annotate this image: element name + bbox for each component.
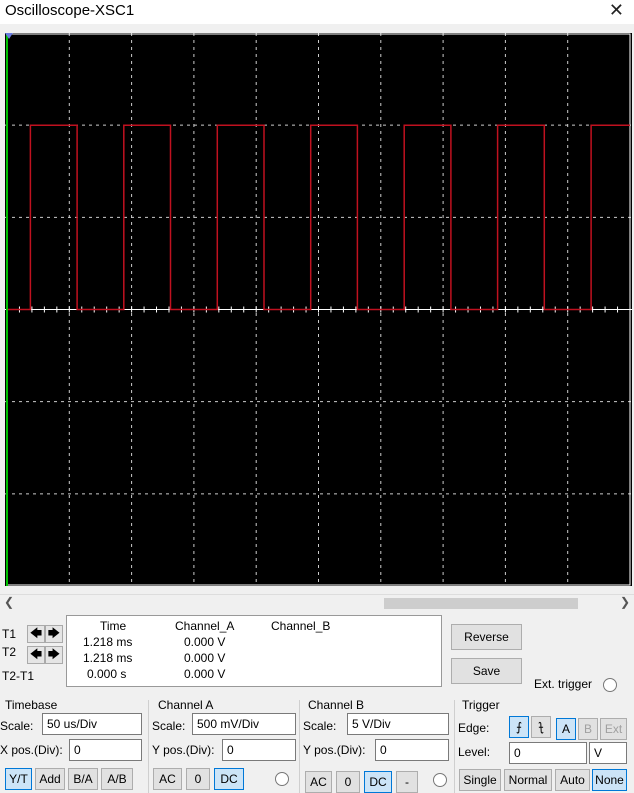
trigger-source-b-button[interactable]: B — [578, 718, 598, 740]
scroll-thumb[interactable] — [384, 598, 578, 609]
divider — [148, 700, 149, 793]
channel-a-terminal[interactable] — [275, 772, 289, 786]
scope-svg — [5, 33, 632, 586]
channel-a-heading: Channel A — [158, 698, 214, 712]
trigger-level-label: Level: — [458, 745, 491, 759]
channel-b-ypos-field[interactable]: 0 — [375, 739, 449, 761]
readout-header-time: Time — [100, 619, 127, 633]
divider — [454, 700, 455, 793]
channel-a-ac-button[interactable]: AC — [153, 768, 182, 790]
ext-trigger-label: Ext. trigger — [534, 677, 593, 691]
trigger-source-ext-button[interactable]: Ext — [600, 718, 627, 740]
t1-left-arrow-icon[interactable]: 🡄 — [27, 625, 45, 643]
close-icon[interactable]: ✕ — [609, 0, 624, 21]
readout-t1-time: 1.218 ms — [83, 635, 133, 649]
channel-b-invert-button[interactable]: - — [396, 771, 418, 793]
readout-diff-time: 0.000 s — [87, 667, 127, 681]
window-title: Oscilloscope-XSC1 — [5, 2, 135, 19]
save-button[interactable]: Save — [451, 658, 522, 684]
trigger-none-button[interactable]: None — [592, 769, 627, 791]
channel-b-ac-button[interactable]: AC — [305, 771, 332, 793]
rising-edge-icon[interactable]: ⨍ — [509, 716, 529, 738]
channel-a-dc-button[interactable]: DC — [214, 768, 244, 790]
divider — [299, 700, 300, 793]
trigger-level-field[interactable]: 0 — [509, 742, 587, 764]
trigger-single-button[interactable]: Single — [459, 769, 501, 791]
timebase-heading: Timebase — [5, 698, 58, 712]
readout-header-channel-a: Channel_A — [175, 619, 235, 633]
readout-t2-time: 1.218 ms — [83, 651, 133, 665]
mode-yt-button[interactable]: Y/T — [5, 768, 32, 790]
readout-t2-channel-a: 0.000 V — [184, 651, 226, 665]
reverse-button[interactable]: Reverse — [451, 624, 522, 650]
trigger-level-unit[interactable]: V — [589, 742, 627, 764]
t2-t1-label: T2-T1 — [2, 669, 35, 683]
trigger-edge-label: Edge: — [458, 721, 490, 735]
title-bar: Oscilloscope-XSC1 ✕ — [0, 0, 634, 24]
t2-label: T2 — [2, 645, 17, 659]
channel-b-heading: Channel B — [308, 698, 365, 712]
channel-a-zero-button[interactable]: 0 — [186, 768, 210, 790]
t2-left-arrow-icon[interactable]: 🡄 — [27, 646, 45, 664]
channel-b-ypos-label: Y pos.(Div): — [303, 743, 366, 757]
mode-ba-button[interactable]: B/A — [68, 768, 98, 790]
channel-b-zero-button[interactable]: 0 — [336, 771, 360, 793]
cursor-readout-panel: Time Channel_A Channel_B 1.218 ms 0.000 … — [66, 615, 442, 687]
timebase-scale-field[interactable]: 50 us/Div — [42, 713, 142, 735]
ext-trigger-terminal[interactable] — [603, 678, 617, 692]
scroll-right-icon[interactable]: ❯ — [620, 595, 630, 609]
channel-b-scale-label: Scale: — [303, 719, 337, 733]
trigger-normal-button[interactable]: Normal — [504, 769, 552, 791]
channel-b-scale-field[interactable]: 5 V/Div — [347, 713, 449, 735]
trigger-auto-button[interactable]: Auto — [555, 769, 590, 791]
channel-a-scale-field[interactable]: 500 mV/Div — [192, 713, 296, 735]
trigger-source-a-button[interactable]: A — [556, 718, 576, 740]
t2-right-arrow-icon[interactable]: 🡆 — [45, 646, 63, 664]
mode-ab-button[interactable]: A/B — [101, 768, 133, 790]
timebase-xpos-field[interactable]: 0 — [69, 739, 142, 761]
falling-edge-icon[interactable]: ⨍ — [531, 716, 551, 738]
timebase-xpos-label: X pos.(Div): — [0, 743, 63, 757]
readout-header-channel-b: Channel_B — [271, 619, 331, 633]
readout-t1-channel-a: 0.000 V — [184, 635, 226, 649]
channel-b-terminal[interactable] — [433, 773, 447, 787]
timebase-scale-label: Scale: — [0, 719, 34, 733]
channel-a-ypos-label: Y pos.(Div): — [152, 743, 215, 757]
channel-a-scale-label: Scale: — [152, 719, 186, 733]
horizontal-scrollbar[interactable]: ❮ ❯ — [0, 594, 634, 612]
trigger-heading: Trigger — [462, 698, 500, 712]
oscilloscope-display — [5, 33, 632, 586]
readout-diff-channel-a: 0.000 V — [184, 667, 226, 681]
t1-label: T1 — [2, 627, 17, 641]
channel-b-dc-button[interactable]: DC — [364, 771, 392, 793]
t1-right-arrow-icon[interactable]: 🡆 — [45, 625, 63, 643]
scroll-left-icon[interactable]: ❮ — [4, 595, 14, 609]
mode-add-button[interactable]: Add — [35, 768, 65, 790]
channel-a-ypos-field[interactable]: 0 — [222, 739, 296, 761]
